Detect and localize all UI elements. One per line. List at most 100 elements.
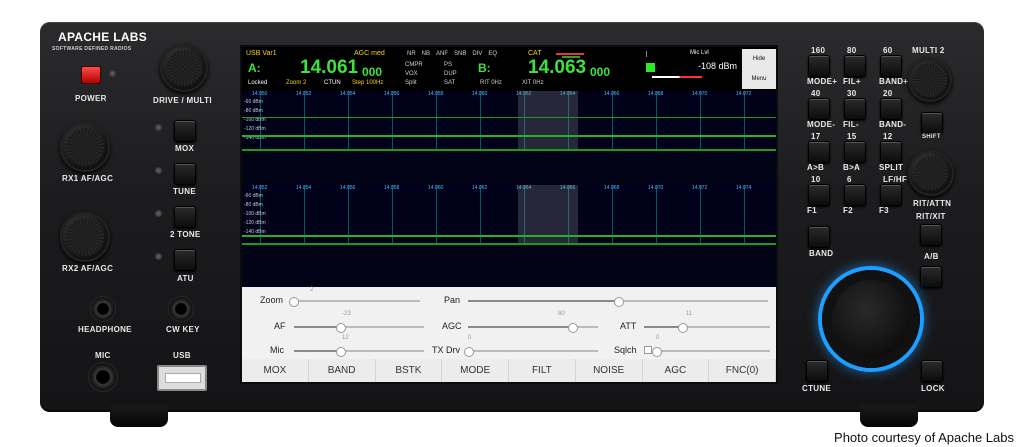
pan-slider[interactable] (468, 297, 768, 307)
split-flag[interactable]: Split (405, 80, 417, 86)
key-bottom-label: F3 (879, 206, 889, 215)
tx-drive-value: 0 (468, 335, 472, 341)
vfo-b-frequency[interactable]: 14.063 (528, 57, 586, 79)
band-key-12[interactable] (880, 141, 902, 163)
two-tone-button[interactable] (174, 206, 196, 228)
dsp-flag-nb[interactable]: NB (422, 51, 430, 57)
freq-tick: 14.072 (692, 185, 708, 191)
dsp-flag-anf[interactable]: ANF (436, 51, 448, 57)
freq-tick: 14.054 (340, 91, 356, 97)
mox-button[interactable] (174, 120, 196, 142)
dup-flag[interactable]: DUP (444, 71, 457, 77)
key-bottom-label: FIL- (843, 120, 859, 129)
band-key-160[interactable] (808, 55, 830, 77)
freq-tick: 14.060 (472, 91, 488, 97)
rx2-af-agc-knob[interactable] (60, 212, 110, 262)
vfo-a-sub-hz[interactable]: 000 (362, 65, 382, 79)
function-button-band[interactable]: BAND (309, 359, 376, 382)
zoom-slider[interactable] (288, 297, 420, 307)
att-slider[interactable] (644, 323, 770, 333)
menu-button[interactable]: Menu (742, 69, 776, 89)
mic-level-meter (646, 51, 687, 57)
function-button-mode[interactable]: MODE (442, 359, 509, 382)
band-key-6[interactable] (844, 184, 866, 206)
cw-key-jack (168, 296, 194, 322)
waterfall-rx2[interactable] (242, 243, 776, 287)
band-key-17[interactable] (808, 141, 830, 163)
freq-tick: 14.060 (428, 185, 444, 191)
dsp-flag-div[interactable]: DIV (472, 51, 482, 57)
tx-drive-slider[interactable] (464, 347, 598, 357)
key-bottom-label: MODE+ (807, 77, 838, 86)
af-gain-slider[interactable] (294, 323, 424, 333)
dsp-flag-snb[interactable]: SNB (454, 51, 466, 57)
squelch-checkbox[interactable] (644, 346, 652, 354)
shift-button[interactable] (921, 112, 943, 134)
squelch-slider[interactable] (652, 347, 770, 357)
function-button-mox[interactable]: MOX (242, 359, 309, 382)
agc-slider[interactable] (468, 323, 598, 333)
vfo-a-lock[interactable]: Locked (248, 80, 267, 86)
ctune-button[interactable] (806, 360, 828, 382)
rx2-label: RX2 AF/AGC (62, 264, 114, 273)
band-key-30[interactable] (844, 98, 866, 120)
key-top-label: 80 (847, 46, 857, 55)
power-button[interactable] (81, 66, 101, 84)
function-button-fnc0[interactable]: FNC(0) (709, 359, 776, 382)
key-bottom-label: A>B (807, 163, 825, 172)
key-top-label: LF/HF (883, 175, 908, 184)
cmpr-flag[interactable]: CMPR (405, 62, 423, 68)
ctun-status[interactable]: CTUN (324, 80, 341, 86)
rit-status[interactable]: RIT 0Hz (480, 80, 502, 86)
function-button-filt[interactable]: FILT (509, 359, 576, 382)
atu-button[interactable] (174, 249, 196, 271)
function-button-agc[interactable]: AGC (643, 359, 710, 382)
dsp-flag-nr[interactable]: NR (407, 51, 416, 57)
waterfall-rx1[interactable] (242, 149, 776, 185)
band-key-60[interactable] (880, 55, 902, 77)
usb-label: USB (173, 351, 191, 360)
shift-label: SHIFT (922, 134, 941, 140)
band-key-10[interactable] (808, 184, 830, 206)
vfo-mode[interactable]: USB Var1 (246, 50, 277, 57)
cat-status[interactable]: CAT (528, 50, 541, 57)
drive-multi-knob[interactable] (160, 44, 208, 92)
dsp-flag-eq[interactable]: EQ (488, 51, 497, 57)
panadapter-rx1[interactable]: 14.050 14.052 14.054 14.056 14.058 14.060 14.0… (242, 91, 776, 149)
zoom-status[interactable]: Zoom 2 (286, 80, 306, 86)
mic-gain-value: 12 (342, 335, 349, 341)
band-key-lfhf[interactable] (880, 184, 902, 206)
atu-led (155, 253, 162, 260)
mic-gain-slider[interactable] (294, 347, 424, 357)
function-button-bstk[interactable]: BSTK (376, 359, 443, 382)
function-button-noise[interactable]: NOISE (576, 359, 643, 382)
band-key-15[interactable] (844, 141, 866, 163)
control-panel: Zoom 2 Pan AF -23 AGC 80 ATT 11 Mic 12 T… (242, 287, 776, 359)
power-label: POWER (75, 94, 107, 103)
hide-button[interactable]: Hide (742, 49, 776, 69)
ps-flag[interactable]: PS (444, 62, 452, 68)
step-status[interactable]: Step 100Hz (352, 80, 383, 86)
vfo-a-frequency[interactable]: 14.061 (300, 57, 358, 79)
rx1-af-agc-knob[interactable] (60, 122, 110, 172)
agc-status[interactable]: AGC med (354, 50, 385, 57)
multi2-knob[interactable] (908, 58, 952, 102)
lock-button[interactable] (921, 360, 943, 382)
panadapter-rx2[interactable]: 14.052 14.054 14.056 14.058 14.060 14.062 14.0… (242, 185, 776, 243)
tune-button[interactable] (174, 163, 196, 185)
xit-status[interactable]: XIT 0Hz (522, 80, 544, 86)
rit-xit-button[interactable] (920, 224, 942, 246)
vfo-b-sub-hz[interactable]: 000 (590, 65, 610, 79)
main-tuning-knob[interactable] (822, 270, 920, 368)
dbm-tick: -120 dBm (244, 220, 266, 226)
band-key-40[interactable] (808, 98, 830, 120)
att-label: ATT (620, 321, 637, 331)
band-key-20[interactable] (880, 98, 902, 120)
rit-attn-knob[interactable] (908, 150, 954, 196)
band-key-80[interactable] (844, 55, 866, 77)
vox-flag[interactable]: VOX (405, 71, 418, 77)
ab-button[interactable] (920, 266, 942, 288)
sat-flag[interactable]: SAT (444, 80, 455, 86)
rx2-noise-trace (242, 235, 776, 237)
band-button[interactable] (808, 226, 830, 248)
